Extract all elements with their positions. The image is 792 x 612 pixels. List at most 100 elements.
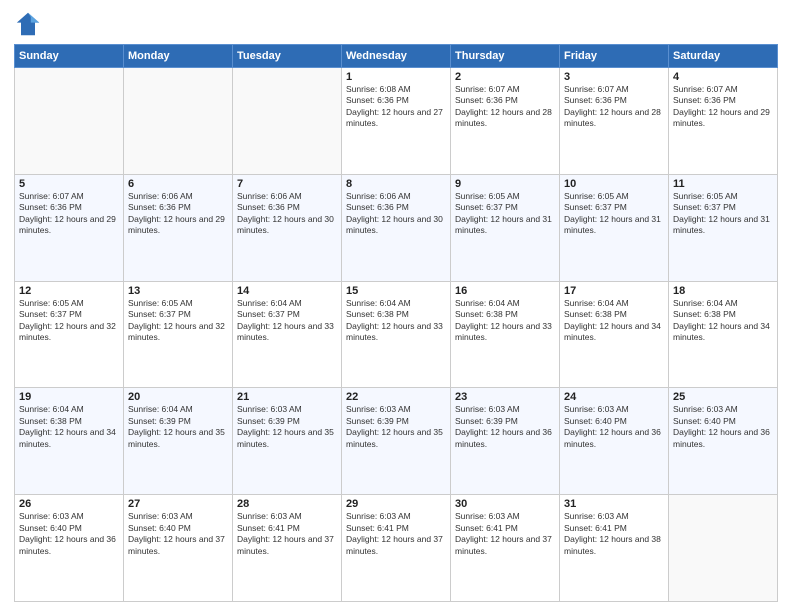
day-header-tuesday: Tuesday: [233, 45, 342, 68]
day-number: 14: [237, 285, 337, 297]
day-info: Sunrise: 6:03 AMSunset: 6:39 PMDaylight:…: [346, 404, 446, 450]
day-number: 31: [564, 498, 664, 510]
day-info: Sunrise: 6:05 AMSunset: 6:37 PMDaylight:…: [19, 298, 119, 344]
day-info: Sunrise: 6:08 AMSunset: 6:36 PMDaylight:…: [346, 84, 446, 130]
day-info: Sunrise: 6:07 AMSunset: 6:36 PMDaylight:…: [564, 84, 664, 130]
day-header-sunday: Sunday: [15, 45, 124, 68]
calendar-header: SundayMondayTuesdayWednesdayThursdayFrid…: [15, 45, 778, 68]
calendar-cell: [669, 495, 778, 602]
calendar-cell: [124, 68, 233, 175]
day-number: 24: [564, 391, 664, 403]
day-number: 25: [673, 391, 773, 403]
day-number: 3: [564, 71, 664, 83]
calendar-cell: 4 Sunrise: 6:07 AMSunset: 6:36 PMDayligh…: [669, 68, 778, 175]
day-info: Sunrise: 6:06 AMSunset: 6:36 PMDaylight:…: [346, 191, 446, 237]
week-row-1: 1 Sunrise: 6:08 AMSunset: 6:36 PMDayligh…: [15, 68, 778, 175]
calendar-cell: 5 Sunrise: 6:07 AMSunset: 6:36 PMDayligh…: [15, 174, 124, 281]
day-info: Sunrise: 6:07 AMSunset: 6:36 PMDaylight:…: [673, 84, 773, 130]
calendar-cell: 21 Sunrise: 6:03 AMSunset: 6:39 PMDaylig…: [233, 388, 342, 495]
calendar-cell: 18 Sunrise: 6:04 AMSunset: 6:38 PMDaylig…: [669, 281, 778, 388]
day-info: Sunrise: 6:05 AMSunset: 6:37 PMDaylight:…: [564, 191, 664, 237]
calendar-cell: 22 Sunrise: 6:03 AMSunset: 6:39 PMDaylig…: [342, 388, 451, 495]
calendar-cell: 28 Sunrise: 6:03 AMSunset: 6:41 PMDaylig…: [233, 495, 342, 602]
day-info: Sunrise: 6:05 AMSunset: 6:37 PMDaylight:…: [455, 191, 555, 237]
day-number: 17: [564, 285, 664, 297]
day-header-row: SundayMondayTuesdayWednesdayThursdayFrid…: [15, 45, 778, 68]
calendar-cell: 12 Sunrise: 6:05 AMSunset: 6:37 PMDaylig…: [15, 281, 124, 388]
calendar-cell: 29 Sunrise: 6:03 AMSunset: 6:41 PMDaylig…: [342, 495, 451, 602]
day-header-thursday: Thursday: [451, 45, 560, 68]
day-info: Sunrise: 6:05 AMSunset: 6:37 PMDaylight:…: [128, 298, 228, 344]
day-info: Sunrise: 6:07 AMSunset: 6:36 PMDaylight:…: [455, 84, 555, 130]
calendar-body: 1 Sunrise: 6:08 AMSunset: 6:36 PMDayligh…: [15, 68, 778, 602]
day-header-saturday: Saturday: [669, 45, 778, 68]
calendar-cell: 17 Sunrise: 6:04 AMSunset: 6:38 PMDaylig…: [560, 281, 669, 388]
week-row-4: 19 Sunrise: 6:04 AMSunset: 6:38 PMDaylig…: [15, 388, 778, 495]
day-number: 12: [19, 285, 119, 297]
calendar-cell: 24 Sunrise: 6:03 AMSunset: 6:40 PMDaylig…: [560, 388, 669, 495]
day-number: 21: [237, 391, 337, 403]
calendar-cell: 1 Sunrise: 6:08 AMSunset: 6:36 PMDayligh…: [342, 68, 451, 175]
calendar-page: SundayMondayTuesdayWednesdayThursdayFrid…: [0, 0, 792, 612]
calendar-cell: 14 Sunrise: 6:04 AMSunset: 6:37 PMDaylig…: [233, 281, 342, 388]
day-info: Sunrise: 6:03 AMSunset: 6:41 PMDaylight:…: [237, 511, 337, 557]
day-number: 22: [346, 391, 446, 403]
day-info: Sunrise: 6:03 AMSunset: 6:41 PMDaylight:…: [346, 511, 446, 557]
day-info: Sunrise: 6:03 AMSunset: 6:40 PMDaylight:…: [564, 404, 664, 450]
day-number: 28: [237, 498, 337, 510]
day-number: 30: [455, 498, 555, 510]
calendar-cell: 2 Sunrise: 6:07 AMSunset: 6:36 PMDayligh…: [451, 68, 560, 175]
day-info: Sunrise: 6:04 AMSunset: 6:38 PMDaylight:…: [19, 404, 119, 450]
calendar-cell: 30 Sunrise: 6:03 AMSunset: 6:41 PMDaylig…: [451, 495, 560, 602]
day-number: 26: [19, 498, 119, 510]
calendar-cell: 25 Sunrise: 6:03 AMSunset: 6:40 PMDaylig…: [669, 388, 778, 495]
calendar-table: SundayMondayTuesdayWednesdayThursdayFrid…: [14, 44, 778, 602]
day-info: Sunrise: 6:04 AMSunset: 6:38 PMDaylight:…: [673, 298, 773, 344]
day-number: 10: [564, 178, 664, 190]
day-info: Sunrise: 6:04 AMSunset: 6:37 PMDaylight:…: [237, 298, 337, 344]
day-info: Sunrise: 6:03 AMSunset: 6:39 PMDaylight:…: [455, 404, 555, 450]
day-info: Sunrise: 6:03 AMSunset: 6:41 PMDaylight:…: [564, 511, 664, 557]
day-info: Sunrise: 6:04 AMSunset: 6:38 PMDaylight:…: [455, 298, 555, 344]
day-info: Sunrise: 6:07 AMSunset: 6:36 PMDaylight:…: [19, 191, 119, 237]
day-number: 27: [128, 498, 228, 510]
logo: [14, 10, 44, 38]
day-number: 13: [128, 285, 228, 297]
day-number: 4: [673, 71, 773, 83]
calendar-cell: 9 Sunrise: 6:05 AMSunset: 6:37 PMDayligh…: [451, 174, 560, 281]
day-number: 11: [673, 178, 773, 190]
day-header-wednesday: Wednesday: [342, 45, 451, 68]
day-number: 7: [237, 178, 337, 190]
day-info: Sunrise: 6:06 AMSunset: 6:36 PMDaylight:…: [237, 191, 337, 237]
calendar-cell: 13 Sunrise: 6:05 AMSunset: 6:37 PMDaylig…: [124, 281, 233, 388]
calendar-cell: 7 Sunrise: 6:06 AMSunset: 6:36 PMDayligh…: [233, 174, 342, 281]
day-number: 16: [455, 285, 555, 297]
day-number: 1: [346, 71, 446, 83]
calendar-cell: 19 Sunrise: 6:04 AMSunset: 6:38 PMDaylig…: [15, 388, 124, 495]
calendar-cell: [15, 68, 124, 175]
day-number: 19: [19, 391, 119, 403]
day-info: Sunrise: 6:04 AMSunset: 6:38 PMDaylight:…: [346, 298, 446, 344]
day-info: Sunrise: 6:03 AMSunset: 6:40 PMDaylight:…: [128, 511, 228, 557]
calendar-cell: 20 Sunrise: 6:04 AMSunset: 6:39 PMDaylig…: [124, 388, 233, 495]
calendar-cell: 15 Sunrise: 6:04 AMSunset: 6:38 PMDaylig…: [342, 281, 451, 388]
week-row-5: 26 Sunrise: 6:03 AMSunset: 6:40 PMDaylig…: [15, 495, 778, 602]
calendar-cell: 6 Sunrise: 6:06 AMSunset: 6:36 PMDayligh…: [124, 174, 233, 281]
day-info: Sunrise: 6:03 AMSunset: 6:40 PMDaylight:…: [19, 511, 119, 557]
day-header-friday: Friday: [560, 45, 669, 68]
calendar-cell: 26 Sunrise: 6:03 AMSunset: 6:40 PMDaylig…: [15, 495, 124, 602]
header: [14, 10, 778, 38]
calendar-cell: 3 Sunrise: 6:07 AMSunset: 6:36 PMDayligh…: [560, 68, 669, 175]
day-number: 9: [455, 178, 555, 190]
day-info: Sunrise: 6:03 AMSunset: 6:41 PMDaylight:…: [455, 511, 555, 557]
calendar-cell: 16 Sunrise: 6:04 AMSunset: 6:38 PMDaylig…: [451, 281, 560, 388]
calendar-cell: 31 Sunrise: 6:03 AMSunset: 6:41 PMDaylig…: [560, 495, 669, 602]
calendar-cell: 11 Sunrise: 6:05 AMSunset: 6:37 PMDaylig…: [669, 174, 778, 281]
week-row-2: 5 Sunrise: 6:07 AMSunset: 6:36 PMDayligh…: [15, 174, 778, 281]
day-number: 23: [455, 391, 555, 403]
day-number: 15: [346, 285, 446, 297]
day-number: 2: [455, 71, 555, 83]
day-number: 6: [128, 178, 228, 190]
logo-icon: [14, 10, 42, 38]
day-info: Sunrise: 6:06 AMSunset: 6:36 PMDaylight:…: [128, 191, 228, 237]
